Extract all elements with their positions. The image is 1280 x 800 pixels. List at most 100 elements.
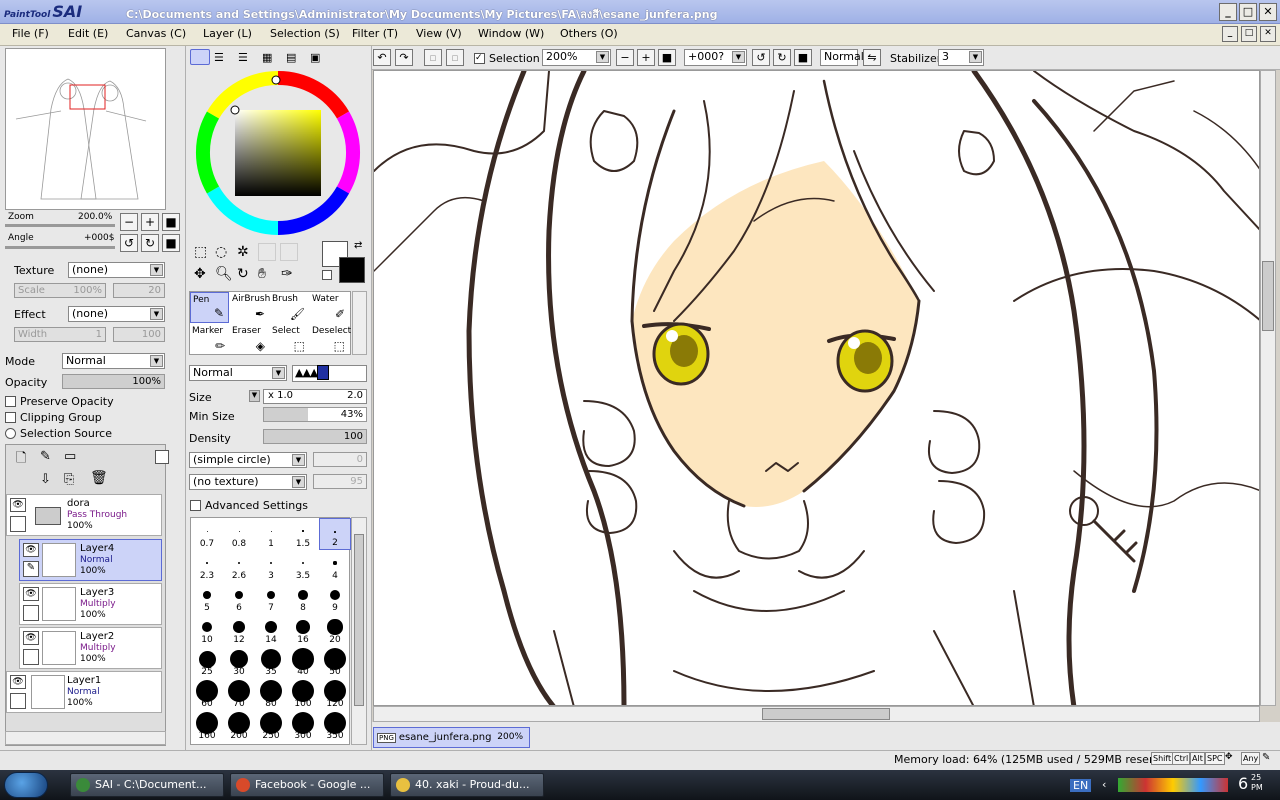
eyedropper-icon[interactable]: ✑: [281, 266, 293, 282]
drawing-canvas[interactable]: [373, 70, 1260, 706]
scroll-thumb[interactable]: [1262, 261, 1274, 331]
merge-down-icon[interactable]: ⎘: [64, 472, 74, 487]
layer-row-layer4[interactable]: 👁 ✎ Layer4 Normal 100%: [19, 539, 162, 581]
brush-size-cell[interactable]: 14: [255, 614, 287, 646]
advanced-settings-checkbox[interactable]: [190, 500, 201, 511]
brush-size-cell[interactable]: 5: [191, 582, 223, 614]
brush-size-cell[interactable]: 1: [255, 518, 287, 550]
rotate-select[interactable]: +000? ▼: [684, 49, 747, 66]
canvas-zoom-out-button[interactable]: −: [616, 49, 634, 66]
brush-size-cell[interactable]: 40: [287, 646, 319, 678]
deselect-button[interactable]: ▫: [424, 49, 442, 66]
density-slider[interactable]: 100: [263, 429, 367, 444]
brush-size-cell[interactable]: 2.6: [223, 550, 255, 582]
brush-size-cell[interactable]: 250: [255, 710, 287, 742]
canvas-zoom-reset-button[interactable]: ■: [658, 49, 676, 66]
clipping-group-checkbox[interactable]: [5, 412, 16, 423]
layer-lock-box[interactable]: [23, 605, 39, 621]
swap-colors-icon[interactable]: ⇄: [354, 240, 362, 251]
zoom-slider[interactable]: [5, 224, 115, 227]
canvas-rotate-reset-button[interactable]: ■: [794, 49, 812, 66]
hand-icon[interactable]: ✋︎: [258, 266, 266, 282]
tool-scrollbar[interactable]: [352, 291, 367, 355]
brush-size-cell[interactable]: 1.5: [287, 518, 319, 550]
brush-size-cell[interactable]: 20: [319, 614, 351, 646]
zoom-reset-button[interactable]: ■: [162, 213, 180, 231]
brush-size-cell[interactable]: 7: [255, 582, 287, 614]
rgb-slider-tab-icon[interactable]: ☰: [214, 51, 224, 64]
lasso-icon[interactable]: ◌: [215, 244, 227, 260]
brush-size-cell[interactable]: 30: [223, 646, 255, 678]
taskbar-item-chrome[interactable]: Facebook - Google ...: [230, 773, 384, 797]
tool-marker[interactable]: Marker ✏: [190, 324, 229, 355]
layer-row-folder[interactable]: 👁 dora Pass Through 100%: [6, 494, 162, 536]
layer-mode-select[interactable]: Normal ▼: [62, 353, 165, 369]
scroll-thumb[interactable]: [762, 708, 890, 720]
transfer-down-icon[interactable]: ⇩: [40, 472, 51, 487]
zoom-out-button[interactable]: −: [120, 213, 138, 231]
layer-lock-box[interactable]: [10, 693, 26, 709]
move-icon[interactable]: ✥: [194, 266, 206, 282]
layer-row-layer3[interactable]: 👁 Layer3 Multiply 100%: [19, 583, 162, 625]
size-multiplier-dropdown[interactable]: ▼: [249, 390, 260, 402]
menu-selection[interactable]: Selection (S): [270, 27, 340, 40]
tool-select[interactable]: Select ⬚: [270, 324, 309, 355]
eye-icon[interactable]: 👁: [10, 498, 26, 512]
size-field[interactable]: x 1.0 2.0: [263, 389, 367, 404]
brush-size-scrollbar[interactable]: [351, 517, 367, 745]
brush-size-cell[interactable]: 4: [319, 550, 351, 582]
brush-size-cell[interactable]: 160: [191, 710, 223, 742]
effect-select[interactable]: (none) ▼: [68, 306, 165, 322]
mixer-tab-icon[interactable]: ▤: [286, 51, 296, 64]
layer-hscrollbar[interactable]: [5, 731, 166, 745]
brush-size-cell[interactable]: 25: [191, 646, 223, 678]
angle-slider[interactable]: [5, 246, 115, 249]
brush-size-cell[interactable]: 0.7: [191, 518, 223, 550]
brush-size-cell[interactable]: 100: [287, 678, 319, 710]
menu-view[interactable]: View (V): [416, 27, 462, 40]
taskbar-item-sai[interactable]: SAI - C:\Document...: [70, 773, 224, 797]
color-wheel[interactable]: [194, 70, 362, 236]
brush-size-cell[interactable]: 8: [287, 582, 319, 614]
layer-panel-toggle-icon[interactable]: [155, 450, 169, 464]
scroll-thumb[interactable]: [354, 534, 364, 706]
tray-icons[interactable]: [1118, 778, 1228, 792]
invert-selection-button[interactable]: ▫: [446, 49, 464, 66]
doc-close-button[interactable]: ✕: [1260, 26, 1276, 42]
rect-select-icon[interactable]: ⬚: [194, 244, 207, 260]
brush-blend-select[interactable]: Normal ▼: [189, 365, 287, 381]
magic-wand-icon[interactable]: ✲: [237, 244, 249, 260]
secondary-color-swatch[interactable]: [339, 257, 365, 283]
clock-hour[interactable]: 6: [1238, 774, 1248, 793]
scratchpad-tab-icon[interactable]: ▣: [310, 51, 320, 64]
eye-icon[interactable]: 👁: [10, 675, 26, 689]
canvas-rotate-right-button[interactable]: ↻: [773, 49, 791, 66]
menu-filter[interactable]: Filter (T): [352, 27, 398, 40]
layer-row-layer2[interactable]: 👁 Layer2 Multiply 100%: [19, 627, 162, 669]
color-wheel-tab-icon[interactable]: [190, 49, 210, 65]
rotate-left-button[interactable]: ↺: [120, 234, 138, 252]
brush-size-cell[interactable]: 120: [319, 678, 351, 710]
rotate-icon[interactable]: ↻: [237, 266, 249, 282]
new-linework-layer-icon[interactable]: ✎: [40, 449, 51, 464]
selection-source-checkbox[interactable]: [5, 428, 16, 439]
brush-size-cell[interactable]: 10: [191, 614, 223, 646]
brush-size-cell[interactable]: 50: [319, 646, 351, 678]
canvas-rotate-left-button[interactable]: ↺: [752, 49, 770, 66]
tool-brush[interactable]: Brush 🖌︎: [270, 292, 309, 323]
taskbar-item-folder[interactable]: 40. xaki - Proud-du...: [390, 773, 544, 797]
doc-restore-button[interactable]: □: [1241, 26, 1257, 42]
navigator-preview[interactable]: [5, 48, 166, 210]
eye-icon[interactable]: 👁: [23, 543, 39, 557]
redo-button[interactable]: ↷: [395, 49, 413, 66]
menu-canvas[interactable]: Canvas (C): [126, 27, 186, 40]
brush-size-cell[interactable]: 70: [223, 678, 255, 710]
brush-size-cell[interactable]: 6: [223, 582, 255, 614]
new-folder-icon[interactable]: ▭: [64, 449, 76, 464]
layer-lock-box[interactable]: [23, 649, 39, 665]
canvas-vscrollbar[interactable]: [1260, 70, 1276, 706]
brush-size-cell[interactable]: 300: [287, 710, 319, 742]
pen-icon[interactable]: ✎: [23, 561, 39, 577]
tool-eraser[interactable]: Eraser ◈: [230, 324, 269, 355]
language-indicator[interactable]: EN: [1070, 779, 1092, 792]
